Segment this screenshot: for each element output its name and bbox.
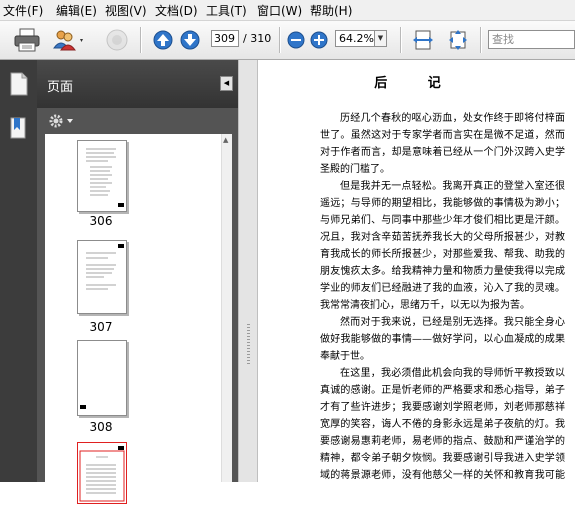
document-view: 后 记 历经几个春秋的呕心沥血，处女作终于即将付梓面世了。虽然这对于专家学者而言… — [258, 60, 575, 482]
zoom-in-icon[interactable] — [310, 31, 328, 52]
page-number-input[interactable]: 309 — [211, 30, 239, 47]
zoom-dropdown-icon[interactable]: ▼ — [375, 30, 387, 47]
paragraph-1: 历经几个春秋的呕心沥血，处女作终于即将付梓面世了。虽然这对于专家学者而言实在是微… — [320, 113, 565, 175]
menu-file[interactable]: 文件(F) — [3, 2, 43, 19]
collapse-panel-icon[interactable]: ◀ — [220, 76, 233, 91]
thumbnail-scrollbar[interactable]: ▲ — [221, 134, 232, 482]
zoom-out-icon[interactable] — [287, 31, 305, 52]
paragraph-2: 但是我并无一点轻松。我离开真正的登堂入室还很遥远；与导师的期望相比，我能够做的事… — [320, 181, 565, 311]
menu-edit[interactable]: 编辑(E) — [56, 2, 97, 19]
thumbnail-label-306: 306 — [89, 214, 113, 228]
document-title: 后 记 — [374, 76, 459, 91]
menu-view[interactable]: 视图(V) — [105, 2, 147, 19]
panel-header: 页面 ◀ — [37, 60, 238, 108]
fit-page-icon[interactable] — [447, 29, 469, 54]
pages-panel-icon[interactable] — [9, 72, 29, 99]
splitter-grip-icon[interactable] — [247, 324, 250, 364]
scroll-up-icon[interactable]: ▲ — [223, 136, 228, 144]
menu-bar: 文件(F) 编辑(E) 视图(V) 文档(D) 工具(T) 窗口(W) 帮助(H… — [0, 0, 575, 21]
thumbnail-page-309-selected[interactable] — [77, 442, 127, 504]
document-body: 历经几个春秋的呕心沥血，处女作终于即将付梓面世了。虽然这对于专家学者而言实在是微… — [320, 110, 565, 482]
menu-window[interactable]: 窗口(W) — [257, 2, 302, 19]
thumbnail-page-308[interactable] — [77, 340, 127, 416]
print-icon[interactable] — [14, 28, 40, 55]
page-total-label: / 310 — [243, 32, 272, 45]
next-page-icon[interactable] — [179, 30, 201, 53]
paragraph-3: 然而对于我来说，已经是别无选择。我只能全身心做好我能够做的事情——做好学问，以心… — [320, 317, 565, 362]
fit-width-icon[interactable] — [412, 29, 434, 54]
toolbar: 309 / 310 64.2% ▼ 查找 — [0, 21, 575, 60]
zoom-level-field[interactable]: 64.2% — [335, 30, 375, 47]
thumbnail-page-306[interactable] — [77, 140, 127, 212]
menu-document[interactable]: 文档(D) — [155, 2, 198, 19]
share-users-icon[interactable] — [52, 28, 86, 55]
search-input[interactable]: 查找 — [488, 30, 575, 49]
thumbnail-label-308: 308 — [89, 420, 113, 434]
paragraph-4: 在这里，我必须借此机会向我的导师忻平教授致以真诚的感谢。正是忻老师的严格要求和悉… — [320, 368, 565, 481]
thumbnail-label-307: 307 — [89, 320, 113, 334]
options-gear-icon[interactable] — [47, 112, 75, 133]
bookmarks-icon[interactable] — [9, 116, 29, 143]
menu-tools[interactable]: 工具(T) — [206, 2, 247, 19]
panel-title: 页面 — [47, 80, 74, 95]
navigation-strip — [0, 60, 37, 482]
thumbnail-list: 306 307 308 ▲ — [45, 134, 232, 504]
previous-page-icon[interactable] — [152, 30, 174, 53]
thumbnail-page-307[interactable] — [77, 240, 127, 314]
pages-panel: 页面 ◀ 306 307 308 ▲ — [37, 60, 238, 504]
menu-help[interactable]: 帮助(H) — [310, 2, 352, 19]
panel-splitter[interactable] — [238, 60, 258, 482]
collaborate-icon[interactable] — [104, 27, 130, 56]
